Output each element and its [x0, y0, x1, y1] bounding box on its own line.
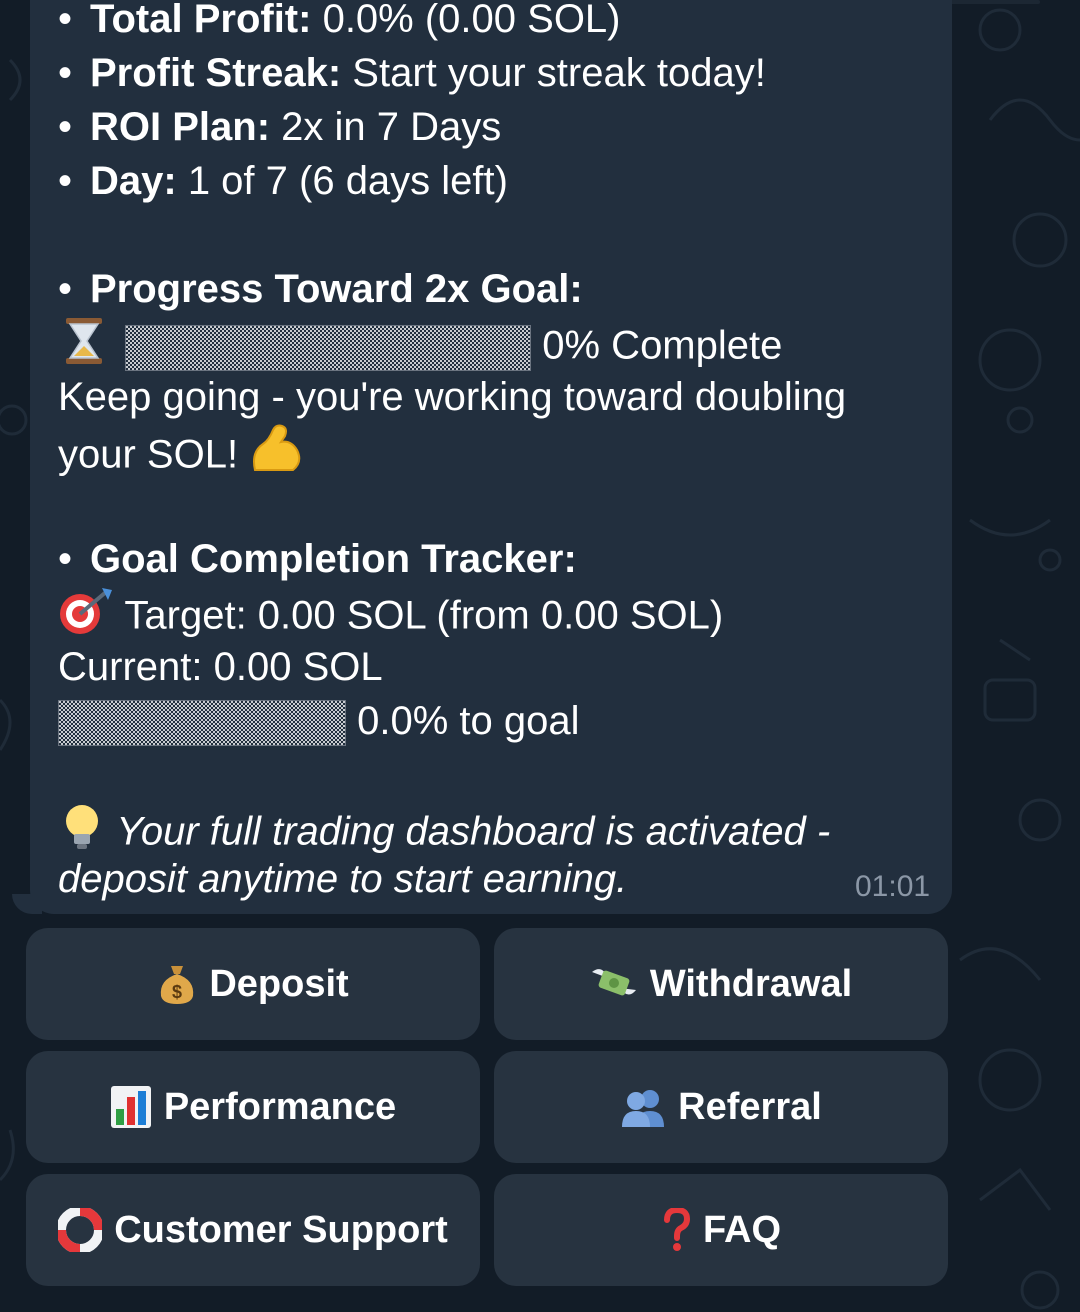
message-time: 01:01	[855, 870, 931, 903]
faq-label: FAQ	[702, 1208, 782, 1251]
goal-heading: Goal Completion Tracker:	[90, 537, 577, 581]
profit-streak-line: • Profit Streak: Start your streak today!	[58, 51, 766, 95]
withdrawal-label: Withdrawal	[649, 962, 853, 1005]
roi-plan-value: 2x in 7 Days	[270, 105, 502, 149]
progress-bar	[125, 325, 532, 371]
lifebuoy-icon	[58, 1208, 103, 1252]
question-mark-icon	[663, 1208, 690, 1251]
day-label: Day:	[90, 159, 177, 203]
busts-icon	[622, 1090, 665, 1127]
money-bag-icon: $	[161, 966, 194, 1004]
customer-support-label: Customer Support	[114, 1208, 448, 1251]
bubble-tail	[12, 894, 42, 914]
goal-progress-bar	[58, 700, 346, 747]
performance-button[interactable]: Performance	[26, 1051, 480, 1163]
goal-bar-line: 0.0% to goal	[58, 694, 580, 748]
tip-line-2: deposit anytime to start earning.	[58, 857, 628, 901]
goal-percent: 0.0% to goal	[357, 699, 580, 743]
progress-heading-line: • Progress Toward 2x Goal:	[58, 267, 583, 311]
total-profit-label: Total Profit:	[90, 0, 312, 41]
faq-button[interactable]: FAQ	[494, 1174, 948, 1286]
day-value: 1 of 7 (6 days left)	[176, 159, 508, 203]
referral-label: Referral	[678, 1085, 822, 1128]
profit-streak-value: Start your streak today!	[341, 51, 766, 95]
referral-button[interactable]: Referral	[494, 1051, 948, 1163]
flexed-biceps-icon	[249, 424, 303, 490]
customer-support-button[interactable]: Customer Support	[26, 1174, 480, 1286]
total-profit-line: • Total Profit: 0.0% (0.00 SOL)	[58, 0, 621, 46]
encourage-line-2-wrap: your SOL!	[58, 424, 303, 490]
deposit-button[interactable]: $ Deposit	[26, 928, 480, 1040]
total-profit-value: 0.0% (0.00 SOL)	[311, 0, 621, 41]
roi-plan-line: • ROI Plan: 2x in 7 Days	[58, 105, 502, 149]
bar-chart-icon	[110, 1086, 151, 1128]
svg-text:$: $	[172, 982, 182, 1002]
progress-percent: 0% Complete	[542, 323, 783, 368]
deposit-label: Deposit	[209, 962, 349, 1005]
tip-line-1: Your full trading dashboard is activated…	[116, 809, 831, 854]
day-line: • Day: 1 of 7 (6 days left)	[58, 159, 508, 203]
target-text: Target: 0.00 SOL (from 0.00 SOL)	[124, 593, 724, 638]
encourage-line-2: your SOL!	[58, 432, 239, 477]
current-text: Current: 0.00 SOL	[58, 645, 383, 689]
goal-heading-line: • Goal Completion Tracker:	[58, 537, 577, 581]
withdrawal-button[interactable]: Withdrawal	[494, 928, 948, 1040]
performance-label: Performance	[163, 1085, 397, 1128]
encourage-line-1: Keep going - you're working toward doubl…	[58, 375, 847, 419]
progress-heading: Progress Toward 2x Goal:	[90, 267, 583, 311]
roi-plan-label: ROI Plan:	[90, 105, 271, 149]
profit-streak-label: Profit Streak:	[90, 51, 342, 95]
money-with-wings-icon	[591, 969, 636, 996]
